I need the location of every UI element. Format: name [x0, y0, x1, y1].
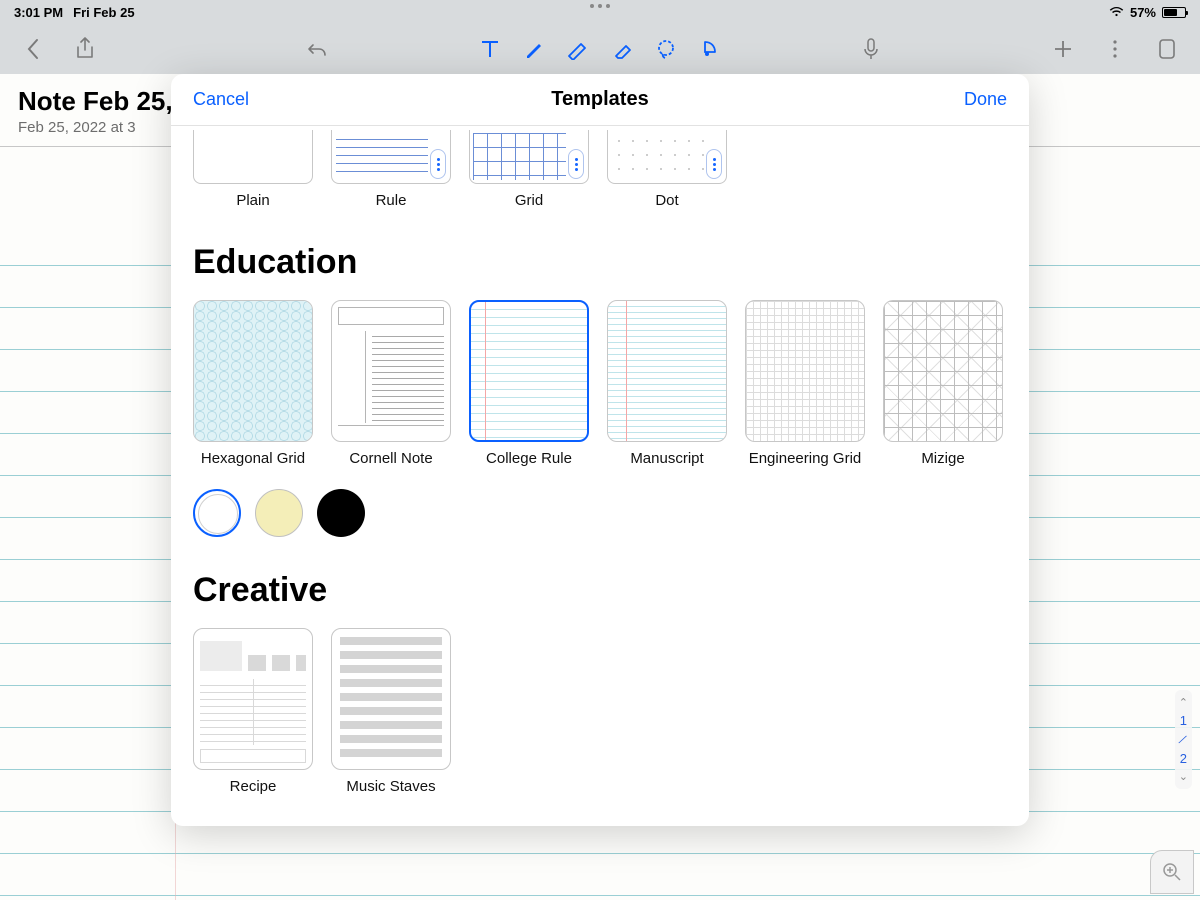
- page-indicator[interactable]: ⌃ 1 ⁄ 2 ⌄: [1175, 690, 1192, 789]
- share-icon[interactable]: [72, 36, 98, 62]
- microphone-icon[interactable]: [858, 36, 884, 62]
- more-icon[interactable]: [706, 149, 722, 179]
- color-swatches: [193, 489, 1007, 537]
- template-recipe[interactable]: Recipe: [193, 628, 313, 795]
- app-toolbar: [0, 24, 1200, 74]
- section-education-title: Education: [193, 243, 1007, 282]
- section-creative-title: Creative: [193, 571, 1007, 610]
- template-cornell-note[interactable]: Cornell Note: [331, 300, 451, 467]
- education-templates-row: Hexagonal Grid Cornell Note College Rule…: [193, 300, 1007, 467]
- highlighter-tool-icon[interactable]: [565, 36, 591, 62]
- color-cream[interactable]: [255, 489, 303, 537]
- text-tool-icon[interactable]: [477, 36, 503, 62]
- done-button[interactable]: Done: [964, 89, 1007, 110]
- template-college-rule[interactable]: College Rule: [469, 300, 589, 467]
- shape-tool-icon[interactable]: [697, 36, 723, 62]
- modal-header: Cancel Templates Done: [171, 74, 1029, 126]
- pen-tool-icon[interactable]: [521, 36, 547, 62]
- status-date: Fri Feb 25: [73, 5, 134, 20]
- eraser-tool-icon[interactable]: [609, 36, 635, 62]
- template-mizige[interactable]: Mizige: [883, 300, 1003, 467]
- undo-button[interactable]: [304, 36, 330, 62]
- status-time: 3:01 PM: [14, 5, 63, 20]
- template-rule[interactable]: Rule: [331, 130, 451, 209]
- template-plain[interactable]: Plain: [193, 130, 313, 209]
- color-white[interactable]: [193, 489, 241, 537]
- add-button[interactable]: [1050, 36, 1076, 62]
- cancel-button[interactable]: Cancel: [193, 89, 249, 110]
- multitask-dots[interactable]: [590, 4, 610, 8]
- back-button[interactable]: [20, 36, 46, 62]
- status-bar: 3:01 PM Fri Feb 25 57%: [0, 0, 1200, 24]
- more-icon[interactable]: [568, 149, 584, 179]
- template-engineering-grid[interactable]: Engineering Grid: [745, 300, 865, 467]
- template-hexagonal-grid[interactable]: Hexagonal Grid: [193, 300, 313, 467]
- more-icon[interactable]: [430, 149, 446, 179]
- templates-modal: Cancel Templates Done Plain Rule Grid Do…: [171, 74, 1029, 826]
- template-manuscript[interactable]: Manuscript: [607, 300, 727, 467]
- page-current: 1: [1180, 713, 1187, 728]
- chevron-up-icon[interactable]: ⌃: [1179, 696, 1188, 709]
- wifi-icon: [1109, 6, 1124, 18]
- battery-percent: 57%: [1130, 5, 1156, 20]
- page-total: 2: [1180, 751, 1187, 766]
- zoom-button[interactable]: [1150, 850, 1194, 894]
- template-music-staves[interactable]: Music Staves: [331, 628, 451, 795]
- pages-icon[interactable]: [1154, 36, 1180, 62]
- modal-title: Templates: [551, 88, 648, 111]
- chevron-down-icon[interactable]: ⌄: [1179, 770, 1188, 783]
- more-menu-icon[interactable]: [1102, 36, 1128, 62]
- modal-body[interactable]: Plain Rule Grid Dot Education Hexagonal …: [171, 126, 1029, 826]
- lasso-tool-icon[interactable]: [653, 36, 679, 62]
- color-black[interactable]: [317, 489, 365, 537]
- template-grid[interactable]: Grid: [469, 130, 589, 209]
- template-dot[interactable]: Dot: [607, 130, 727, 209]
- creative-templates-row: Recipe Music Staves: [193, 628, 1007, 795]
- basic-templates-row: Plain Rule Grid Dot: [193, 130, 1007, 209]
- battery-icon: [1162, 7, 1186, 18]
